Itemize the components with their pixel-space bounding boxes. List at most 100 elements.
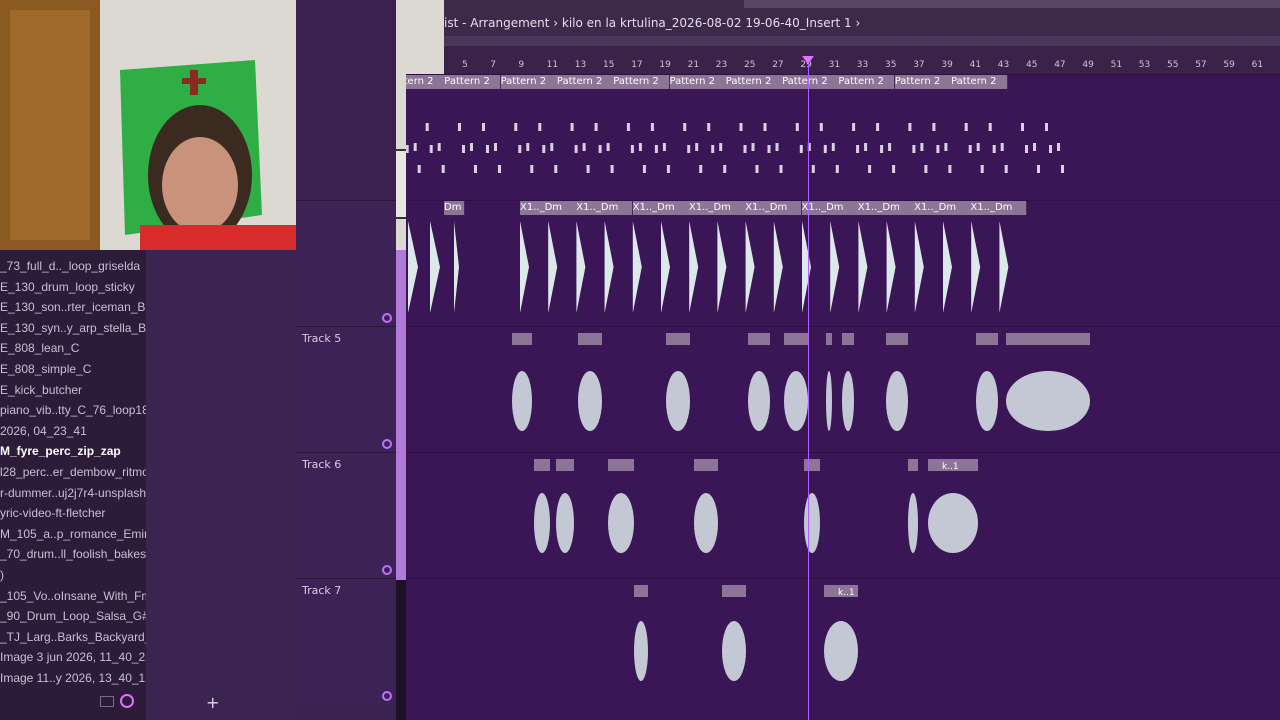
note — [892, 165, 896, 173]
clip-header[interactable] — [804, 459, 820, 471]
clip-header[interactable] — [748, 333, 770, 345]
clip-header[interactable] — [722, 585, 746, 597]
browser-item[interactable]: _70_drum..ll_foolish_bakes — [0, 544, 146, 565]
note — [992, 145, 996, 153]
note — [948, 165, 952, 173]
lane-4[interactable]: Dm X1.._Dm X1.._Dm X1.._Dm X1.._Dm X1.._Dm X1.… — [406, 200, 1280, 327]
track-6-label: Track 6 — [302, 458, 342, 471]
note — [550, 143, 554, 151]
timeline-ruler[interactable]: 5 7 9 11 13 15 17 19 21 23 25 27 29 31 33 35 37 39 41 43 45 4… — [444, 46, 1280, 74]
note — [823, 145, 827, 153]
browser-item[interactable]: Image 11..y 2026, 13_40_12 — [0, 668, 146, 689]
note — [695, 143, 699, 151]
playhead-marker-icon[interactable] — [802, 56, 814, 64]
browser-item[interactable]: yric-video-ft-fletcher — [0, 503, 146, 524]
waveform — [632, 221, 642, 313]
browser-item[interactable]: E_808_simple_C — [0, 359, 146, 380]
clip-header[interactable] — [556, 459, 574, 471]
browser-item[interactable]: r-dummer..uj2j7r4-unsplash — [0, 483, 146, 504]
waveform — [578, 371, 602, 431]
note — [1000, 143, 1004, 151]
browser-item[interactable]: M_105_a..p_romance_Emin — [0, 524, 146, 545]
breadcrumb: ist - Arrangement › kilo en la krtulina_… — [444, 16, 861, 30]
browser-item[interactable]: E_130_syn..y_arp_stella_Bm — [0, 318, 146, 339]
lane-7[interactable]: k..1 — [406, 578, 1280, 705]
browser-item[interactable]: Image 3 jun 2026, 11_40_23 — [0, 647, 146, 668]
note — [630, 145, 634, 153]
clip-header[interactable] — [666, 333, 690, 345]
clip-header[interactable] — [826, 333, 832, 345]
clip-header[interactable] — [886, 333, 908, 345]
search-icon[interactable] — [120, 694, 134, 708]
add-button[interactable]: + — [206, 693, 219, 712]
waveform — [971, 221, 981, 313]
track-header-4[interactable] — [296, 200, 396, 327]
clip-header[interactable] — [694, 459, 718, 471]
clip-header[interactable] — [534, 459, 550, 471]
track-5-led-icon[interactable] — [382, 439, 392, 449]
ruler-number: 5 — [462, 60, 468, 70]
browser-item[interactable]: M_fyre_perc_zip_zap — [0, 441, 146, 462]
browser-item[interactable]: l28_perc..er_dembow_ritmo — [0, 462, 146, 483]
browser-item[interactable]: E_130_drum_loop_sticky — [0, 277, 146, 298]
track-6-waveforms: k..1 — [534, 459, 978, 553]
ruler-number: 13 — [574, 60, 587, 70]
playlist-area[interactable]: Pattern 2Pattern 2Pattern 2Pattern 2Patt… — [406, 74, 1280, 720]
waveform — [512, 371, 532, 431]
clip-header[interactable] — [784, 333, 808, 345]
clip-header[interactable] — [608, 459, 634, 471]
clip-header[interactable] — [908, 459, 918, 471]
note — [775, 143, 779, 151]
ruler-number: 23 — [715, 60, 728, 70]
browser-item[interactable]: piano_vib..tty_C_76_loop18 — [0, 400, 146, 421]
lane-pattern[interactable]: Pattern 2Pattern 2Pattern 2Pattern 2Patt… — [406, 74, 1280, 201]
playhead[interactable] — [808, 60, 809, 720]
track-header-6[interactable]: Track 6 — [296, 452, 396, 579]
note — [835, 165, 839, 173]
ruler-number: 31 — [828, 60, 841, 70]
track-header-5[interactable]: Track 5 — [296, 326, 396, 453]
ruler-number: 21 — [687, 60, 700, 70]
note — [530, 165, 534, 173]
note — [470, 143, 473, 151]
ruler-number: 39 — [941, 60, 953, 70]
note — [498, 165, 501, 173]
clip-header[interactable] — [842, 333, 854, 345]
ruler-number: 59 — [1223, 60, 1235, 70]
folder-icon[interactable] — [100, 696, 114, 707]
browser-item[interactable]: E_808_lean_C — [0, 338, 146, 359]
browser-item[interactable]: _73_full_d.._loop_griselda — [0, 256, 146, 277]
track-6-led-icon[interactable] — [382, 565, 392, 575]
ruler-number: 41 — [969, 60, 982, 70]
playlist-titlebar: ist - Arrangement › kilo en la krtulina_… — [444, 0, 1280, 46]
ruler-number: 57 — [1195, 60, 1207, 70]
clip-header[interactable] — [512, 333, 532, 345]
note — [598, 145, 602, 153]
note — [811, 165, 815, 173]
browser-item[interactable]: _90_Drum_Loop_Salsa_G# — [0, 606, 146, 627]
note — [514, 123, 518, 131]
clip-header[interactable] — [578, 333, 602, 345]
note — [864, 143, 868, 151]
note — [1049, 145, 1052, 153]
lane-6[interactable]: k..1 — [406, 452, 1280, 579]
clip-header[interactable] — [634, 585, 648, 597]
clip-header[interactable] — [976, 333, 998, 345]
browser-item[interactable]: _TJ_Larg..Barks_Backyard_2 — [0, 627, 146, 648]
track-4-led-icon[interactable] — [382, 313, 392, 323]
browser-item[interactable]: E_kick_butcher — [0, 380, 146, 401]
note — [751, 143, 755, 151]
track-7-led-icon[interactable] — [382, 691, 392, 701]
overview-scrollbar[interactable] — [444, 36, 1280, 46]
track-header-7[interactable]: Track 7 — [296, 578, 396, 705]
browser-item[interactable]: 2026, 04_23_41 — [0, 421, 146, 442]
browser-item[interactable]: _105_Vo..oInsane_With_Fm — [0, 586, 146, 607]
browser-item[interactable]: E_130_son..rter_iceman_Bm — [0, 297, 146, 318]
note — [795, 123, 799, 131]
note — [538, 123, 542, 131]
note — [518, 145, 522, 153]
waveform — [717, 221, 727, 313]
browser-item[interactable]: ) — [0, 565, 146, 586]
clip-header[interactable] — [1006, 333, 1090, 345]
lane-5[interactable] — [406, 326, 1280, 453]
